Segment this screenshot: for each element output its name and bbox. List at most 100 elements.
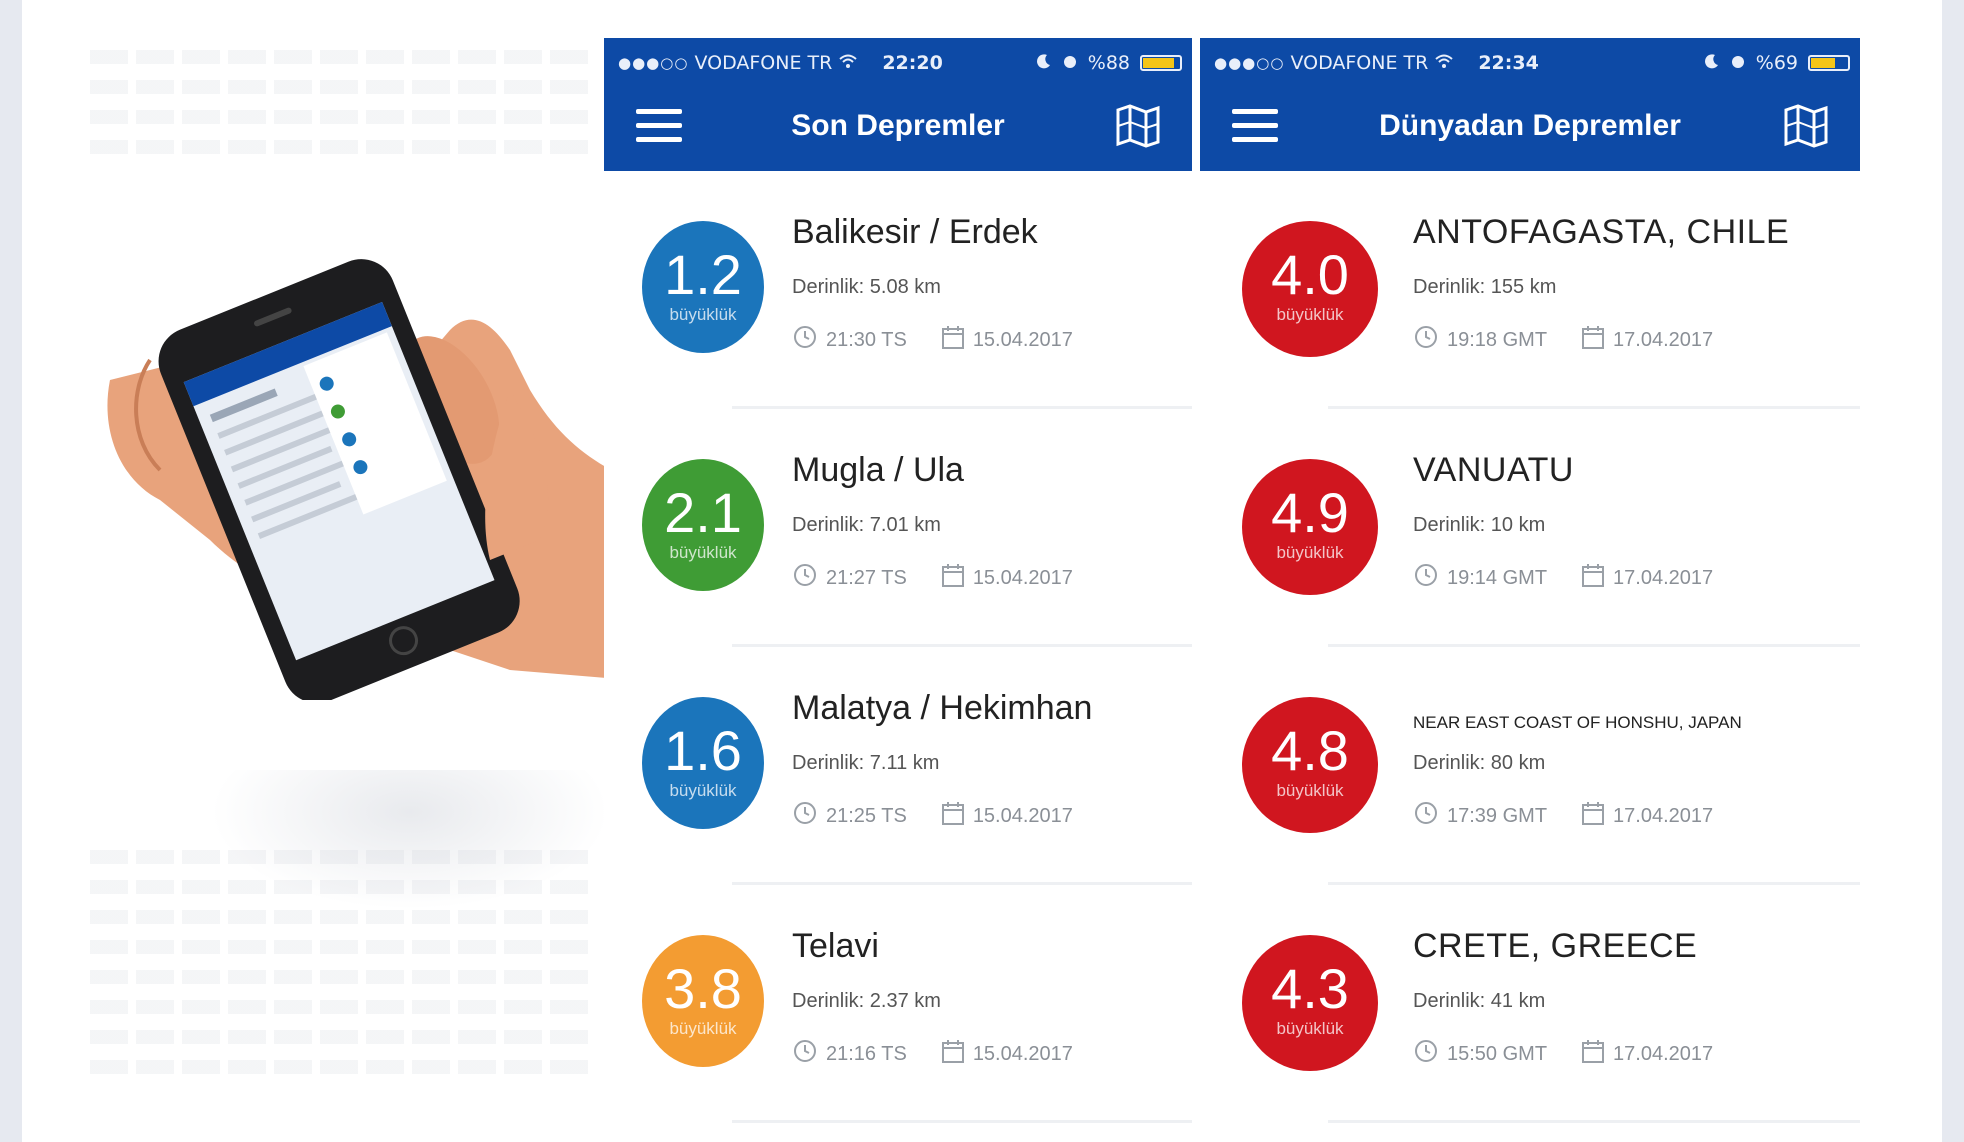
depth-text: Derinlik: 5.08 km <box>792 276 941 298</box>
status-time: 22:20 <box>882 52 943 74</box>
time-text: 17:39 GMT <box>1447 804 1548 827</box>
battery-fill <box>1811 58 1836 68</box>
app-header: ●●●○○ VODAFONE TR 22:34 %69 Dünyadan Depr… <box>1200 38 1860 171</box>
depth-text: Derinlik: 2.37 km <box>792 990 941 1012</box>
wifi-icon <box>1434 52 1454 74</box>
magnitude-value: 2.1 <box>664 481 742 544</box>
magnitude-value: 3.8 <box>664 957 742 1020</box>
page-title: Son Depremler <box>791 109 1005 142</box>
battery-icon <box>1140 55 1182 71</box>
battery-percent: %69 <box>1755 52 1798 74</box>
page-title: Dünyadan Depremler <box>1379 109 1681 142</box>
date-text: 17.04.2017 <box>1613 328 1714 351</box>
divider <box>1328 1120 1860 1123</box>
magnitude-value: 1.6 <box>664 719 742 782</box>
magnitude-badge: 4.3 büyüklük <box>1242 935 1378 1071</box>
carrier-name: VODAFONE TR <box>1290 52 1429 74</box>
carrier-name: VODAFONE TR <box>694 52 833 74</box>
signal-dots-icon: ●●●○○ <box>618 54 689 72</box>
list-item[interactable]: 2.1 büyüklük Mugla / Ula Derinlik: 7.01 … <box>604 409 1192 647</box>
calendar-icon <box>1581 324 1605 356</box>
date-text: 17.04.2017 <box>1613 1042 1714 1065</box>
location-title: CRETE, GREECE <box>1413 927 1698 965</box>
magnitude-badge: 3.8 büyüklük <box>642 935 764 1067</box>
magnitude-badge: 1.6 büyüklük <box>642 697 764 829</box>
clock-icon <box>792 562 818 594</box>
depth-text: Derinlik: 155 km <box>1413 276 1557 298</box>
date-text: 17.04.2017 <box>1613 804 1714 827</box>
list-item[interactable]: 3.8 büyüklük Telavi Derinlik: 2.37 km 21… <box>604 885 1192 1123</box>
magnitude-unit: büyüklük <box>669 305 737 324</box>
calendar-icon <box>941 800 965 832</box>
moon-icon <box>1036 52 1052 74</box>
depth-text: Derinlik: 7.11 km <box>792 752 940 774</box>
hamburger-menu-icon[interactable] <box>636 109 682 143</box>
clock-icon <box>792 1038 818 1070</box>
magnitude-unit: büyüklük <box>669 1019 737 1038</box>
depth-text: Derinlik: 10 km <box>1413 514 1546 536</box>
list-item[interactable]: 4.3 büyüklük CRETE, GREECE Derinlik: 41 … <box>1200 885 1860 1123</box>
phone-in-hand-illustration <box>107 259 605 700</box>
status-time: 22:34 <box>1478 52 1539 74</box>
phone-reflection <box>210 770 605 910</box>
battery-fill <box>1143 58 1175 68</box>
list-item[interactable]: 1.6 büyüklük Malatya / Hekimhan Derinlik… <box>604 647 1192 885</box>
map-icon[interactable] <box>1114 102 1162 150</box>
calendar-icon <box>941 562 965 594</box>
time-text: 21:25 TS <box>826 804 907 827</box>
magnitude-unit: büyüklük <box>669 781 737 800</box>
clock-icon <box>1413 1038 1439 1070</box>
clock-icon <box>1413 324 1439 356</box>
date-text: 15.04.2017 <box>972 804 1073 827</box>
magnitude-value: 4.9 <box>1271 481 1349 544</box>
magnitude-unit: büyüklük <box>1276 305 1344 324</box>
status-bar: ●●●○○ VODAFONE TR 22:34 %69 <box>1214 50 1850 76</box>
battery-icon <box>1808 55 1850 71</box>
time-text: 15:50 GMT <box>1447 1042 1548 1065</box>
magnitude-unit: büyüklük <box>1276 1019 1344 1038</box>
clock-icon <box>1413 562 1439 594</box>
screen-dunyadan-depremler: ●●●○○ VODAFONE TR 22:34 %69 Dünyadan Depr… <box>1200 38 1860 1142</box>
date-text: 15.04.2017 <box>972 1042 1073 1065</box>
location-title: ANTOFAGASTA, CHILE <box>1413 213 1790 251</box>
magnitude-badge: 4.0 büyüklük <box>1242 221 1378 357</box>
magnitude-badge: 4.9 büyüklük <box>1242 459 1378 595</box>
map-icon[interactable] <box>1782 102 1830 150</box>
time-text: 21:16 TS <box>826 1042 907 1065</box>
list-item[interactable]: 4.8 büyüklük NEAR EAST COAST OF HONSHU, … <box>1200 647 1860 885</box>
magnitude-badge: 1.2 büyüklük <box>642 221 764 353</box>
location-title: Malatya / Hekimhan <box>792 689 1093 727</box>
magnitude-value: 4.8 <box>1271 719 1349 782</box>
location-title: NEAR EAST COAST OF HONSHU, JAPAN <box>1413 713 1742 732</box>
list-item[interactable]: 1.2 büyüklük Balikesir / Erdek Derinlik:… <box>604 171 1192 409</box>
magnitude-badge: 4.8 büyüklük <box>1242 697 1378 833</box>
calendar-icon <box>1581 562 1605 594</box>
signal-dots-icon: ●●●○○ <box>1214 54 1285 72</box>
screen-son-depremler: ●●●○○ VODAFONE TR 22:20 %88 Son Depremler <box>604 38 1192 1142</box>
magnitude-unit: büyüklük <box>1276 781 1344 800</box>
time-text: 19:14 GMT <box>1447 566 1548 589</box>
app-header: ●●●○○ VODAFONE TR 22:20 %88 Son Depremler <box>604 38 1192 171</box>
calendar-icon <box>1581 800 1605 832</box>
depth-text: Derinlik: 7.01 km <box>792 514 941 536</box>
battery-percent: %88 <box>1087 52 1130 74</box>
clock-icon <box>1413 800 1439 832</box>
list-item[interactable]: 4.9 büyüklük VANUATU Derinlik: 10 km 19:… <box>1200 409 1860 647</box>
divider <box>732 1120 1192 1123</box>
calendar-icon <box>941 1038 965 1070</box>
time-text: 21:30 TS <box>826 328 907 351</box>
time-text: 21:27 TS <box>826 566 907 589</box>
depth-text: Derinlik: 41 km <box>1413 990 1546 1012</box>
magnitude-value: 4.0 <box>1271 243 1349 306</box>
hamburger-menu-icon[interactable] <box>1232 109 1278 143</box>
location-title: VANUATU <box>1413 451 1574 489</box>
time-text: 19:18 GMT <box>1447 328 1548 351</box>
date-text: 15.04.2017 <box>972 566 1073 589</box>
moon-icon <box>1704 52 1720 74</box>
magnitude-badge: 2.1 büyüklük <box>642 459 764 591</box>
depth-text: Derinlik: 80 km <box>1413 752 1546 774</box>
date-text: 15.04.2017 <box>972 328 1073 351</box>
location-title: Balikesir / Erdek <box>792 213 1038 251</box>
calendar-icon <box>1581 1038 1605 1070</box>
list-item[interactable]: 4.0 büyüklük ANTOFAGASTA, CHILE Derinlik… <box>1200 171 1860 409</box>
